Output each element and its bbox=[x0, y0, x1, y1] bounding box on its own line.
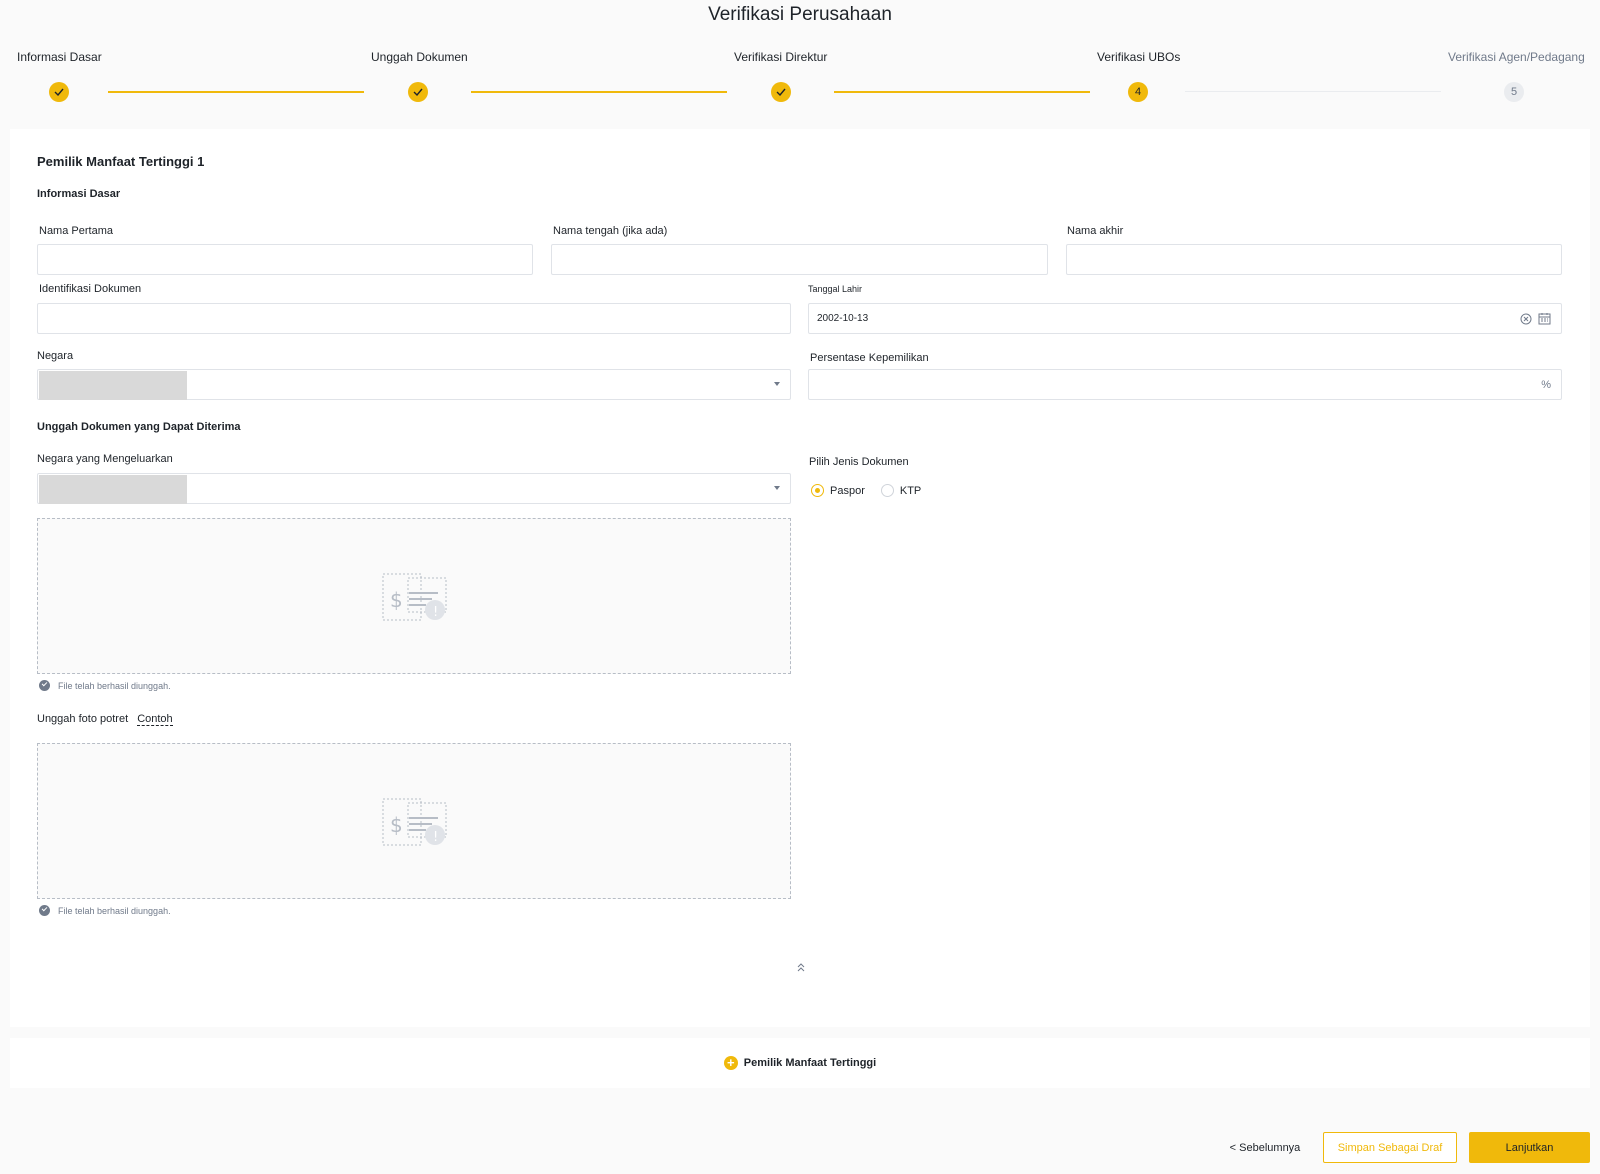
step-label-verifikasi-agen: Verifikasi Agen/Pedagang bbox=[1448, 50, 1585, 64]
clear-icon[interactable] bbox=[1520, 313, 1532, 325]
first-name-input[interactable] bbox=[37, 244, 533, 275]
percent-suffix: % bbox=[1541, 378, 1551, 391]
step-label-verifikasi-ubos: Verifikasi UBOs bbox=[1097, 50, 1181, 64]
id-document-input[interactable] bbox=[37, 303, 791, 334]
portrait-dropzone[interactable]: $ ! bbox=[37, 743, 791, 899]
radio-ktp-indicator[interactable] bbox=[880, 484, 894, 497]
last-name-label: Nama akhir bbox=[1067, 225, 1124, 237]
step-label-informasi-dasar: Informasi Dasar bbox=[17, 50, 102, 64]
issuing-country-label: Negara yang Mengeluarkan bbox=[37, 453, 173, 465]
portrait-label-row: Unggah foto potret Contoh bbox=[37, 713, 173, 726]
step-connector-4 bbox=[1185, 91, 1441, 92]
doc-type-label: Pilih Jenis Dokumen bbox=[809, 456, 909, 468]
radio-ktp[interactable]: KTP bbox=[880, 484, 922, 497]
birth-date-label: Tanggal Lahir bbox=[808, 284, 863, 294]
radio-paspor-indicator[interactable] bbox=[811, 484, 824, 497]
step-label-verifikasi-direktur: Verifikasi Direktur bbox=[734, 50, 828, 64]
upload-success-text-1: File telah berhasil diunggah. bbox=[58, 680, 171, 691]
upload-success-text-2: File telah berhasil diunggah. bbox=[58, 905, 171, 916]
issuing-country-select[interactable] bbox=[37, 473, 791, 504]
radio-paspor-label: Paspor bbox=[830, 484, 865, 497]
id-document-label: Identifikasi Dokumen bbox=[39, 283, 142, 295]
ownership-label: Persentase Kepemilikan bbox=[810, 352, 929, 364]
first-name-label: Nama Pertama bbox=[39, 225, 113, 237]
chevron-down-icon bbox=[774, 486, 780, 490]
svg-text:$: $ bbox=[390, 588, 403, 612]
country-label: Negara bbox=[37, 350, 74, 362]
step-2-check-icon bbox=[408, 82, 428, 102]
birth-date-input[interactable]: 2002-10-13 bbox=[808, 303, 1562, 334]
svg-text:!: ! bbox=[433, 830, 438, 845]
birth-date-value: 2002-10-13 bbox=[817, 313, 869, 324]
last-name-input[interactable] bbox=[1066, 244, 1562, 275]
country-select[interactable] bbox=[37, 369, 791, 400]
ubo-card: Pemilik Manfaat Tertinggi 1 Informasi Da… bbox=[10, 129, 1590, 1027]
radio-ktp-label: KTP bbox=[899, 484, 922, 497]
ownership-input[interactable]: % bbox=[808, 369, 1562, 400]
previous-button[interactable]: < Sebelumnya bbox=[1222, 1132, 1308, 1163]
step-1-check-icon bbox=[49, 82, 69, 102]
country-flag-placeholder bbox=[39, 371, 187, 400]
ubo-title: Pemilik Manfaat Tertinggi 1 bbox=[37, 154, 205, 169]
upload-success-note-2: File telah berhasil diunggah. bbox=[39, 905, 171, 916]
step-3-check-icon bbox=[771, 82, 791, 102]
page-title: Verifikasi Perusahaan bbox=[708, 4, 892, 25]
collapse-up-icon[interactable] bbox=[796, 962, 806, 974]
svg-text:$: $ bbox=[390, 813, 403, 837]
document-dropzone[interactable]: $ ! bbox=[37, 518, 791, 674]
issuing-country-flag-placeholder bbox=[39, 475, 187, 504]
step-label-unggah-dokumen: Unggah Dokumen bbox=[371, 50, 468, 64]
step-connector-1 bbox=[108, 91, 364, 93]
middle-name-label: Nama tengah (jika ada) bbox=[553, 225, 668, 237]
step-4-current: 4 bbox=[1128, 82, 1148, 102]
step-connector-3 bbox=[834, 91, 1090, 93]
document-placeholder-icon: $ ! bbox=[382, 573, 447, 621]
chevron-down-icon bbox=[774, 382, 780, 386]
basic-info-title: Informasi Dasar bbox=[37, 188, 121, 200]
plus-icon: + bbox=[723, 1056, 738, 1070]
doc-type-radio-group: Paspor KTP bbox=[811, 484, 931, 497]
stepper: Informasi Dasar Unggah Dokumen Verifikas… bbox=[0, 50, 1600, 110]
add-ubo-label: Pemilik Manfaat Tertinggi bbox=[743, 1057, 877, 1069]
svg-text:!: ! bbox=[433, 605, 438, 620]
document-placeholder-icon: $ ! bbox=[382, 798, 447, 846]
success-check-icon bbox=[39, 680, 50, 691]
upload-section-title: Unggah Dokumen yang Dapat Diterima bbox=[37, 421, 241, 433]
portrait-label: Unggah foto potret bbox=[37, 713, 129, 725]
step-5-pending: 5 bbox=[1504, 82, 1524, 102]
radio-paspor[interactable]: Paspor bbox=[811, 484, 865, 497]
step-connector-2 bbox=[471, 91, 727, 93]
calendar-icon[interactable] bbox=[1538, 312, 1551, 325]
save-draft-button[interactable]: Simpan Sebagai Draf bbox=[1323, 1132, 1457, 1163]
portrait-example-link[interactable]: Contoh bbox=[137, 713, 173, 726]
continue-button[interactable]: Lanjutkan bbox=[1469, 1132, 1590, 1163]
upload-success-note-1: File telah berhasil diunggah. bbox=[39, 680, 171, 691]
success-check-icon bbox=[39, 905, 50, 916]
add-ubo-button[interactable]: + Pemilik Manfaat Tertinggi bbox=[10, 1038, 1590, 1088]
middle-name-input[interactable] bbox=[551, 244, 1048, 275]
